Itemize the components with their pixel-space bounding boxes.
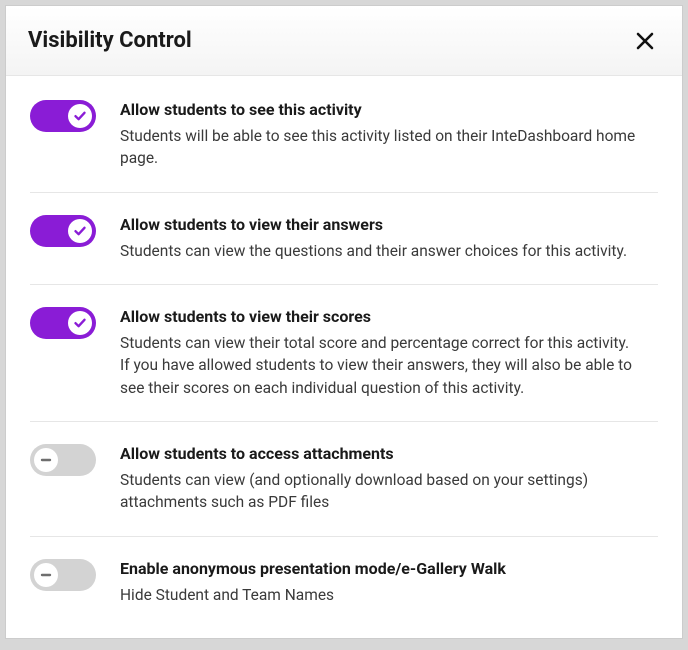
toggle-view-answers[interactable]	[30, 215, 96, 247]
setting-description: Students will be able to see this activi…	[120, 125, 640, 170]
setting-title: Enable anonymous presentation mode/e-Gal…	[120, 559, 658, 580]
minus-icon	[34, 563, 58, 587]
visibility-control-dialog: Visibility Control Allow students to see…	[6, 6, 682, 638]
setting-title: Allow students to access attachments	[120, 444, 658, 465]
setting-text: Allow students to view their answers Stu…	[120, 215, 658, 262]
dialog-header: Visibility Control	[6, 6, 682, 76]
setting-description: Students can view their total score and …	[120, 332, 640, 399]
setting-text: Allow students to access attachments Stu…	[120, 444, 658, 514]
checkmark-icon	[68, 311, 92, 335]
setting-title: Allow students to view their answers	[120, 215, 658, 236]
setting-description: Students can view the questions and thei…	[120, 240, 640, 262]
setting-view-scores: Allow students to view their scores Stud…	[30, 285, 658, 422]
setting-text: Enable anonymous presentation mode/e-Gal…	[120, 559, 658, 606]
dialog-title: Visibility Control	[28, 28, 192, 53]
setting-access-attachments: Allow students to access attachments Stu…	[30, 422, 658, 537]
toggle-access-attachments[interactable]	[30, 444, 96, 476]
minus-icon	[34, 448, 58, 472]
setting-see-activity: Allow students to see this activity Stud…	[30, 76, 658, 193]
setting-anonymous-mode: Enable anonymous presentation mode/e-Gal…	[30, 537, 658, 606]
setting-title: Allow students to see this activity	[120, 100, 658, 121]
setting-description: Students can view (and optionally downlo…	[120, 469, 640, 514]
close-button[interactable]	[630, 26, 660, 56]
checkmark-icon	[68, 219, 92, 243]
checkmark-icon	[68, 104, 92, 128]
setting-text: Allow students to view their scores Stud…	[120, 307, 658, 399]
toggle-see-activity[interactable]	[30, 100, 96, 132]
toggle-anonymous-mode[interactable]	[30, 559, 96, 591]
close-icon	[636, 32, 654, 50]
setting-title: Allow students to view their scores	[120, 307, 658, 328]
setting-view-answers: Allow students to view their answers Stu…	[30, 193, 658, 285]
setting-description: Hide Student and Team Names	[120, 584, 640, 606]
settings-list: Allow students to see this activity Stud…	[6, 76, 682, 606]
setting-text: Allow students to see this activity Stud…	[120, 100, 658, 170]
toggle-view-scores[interactable]	[30, 307, 96, 339]
